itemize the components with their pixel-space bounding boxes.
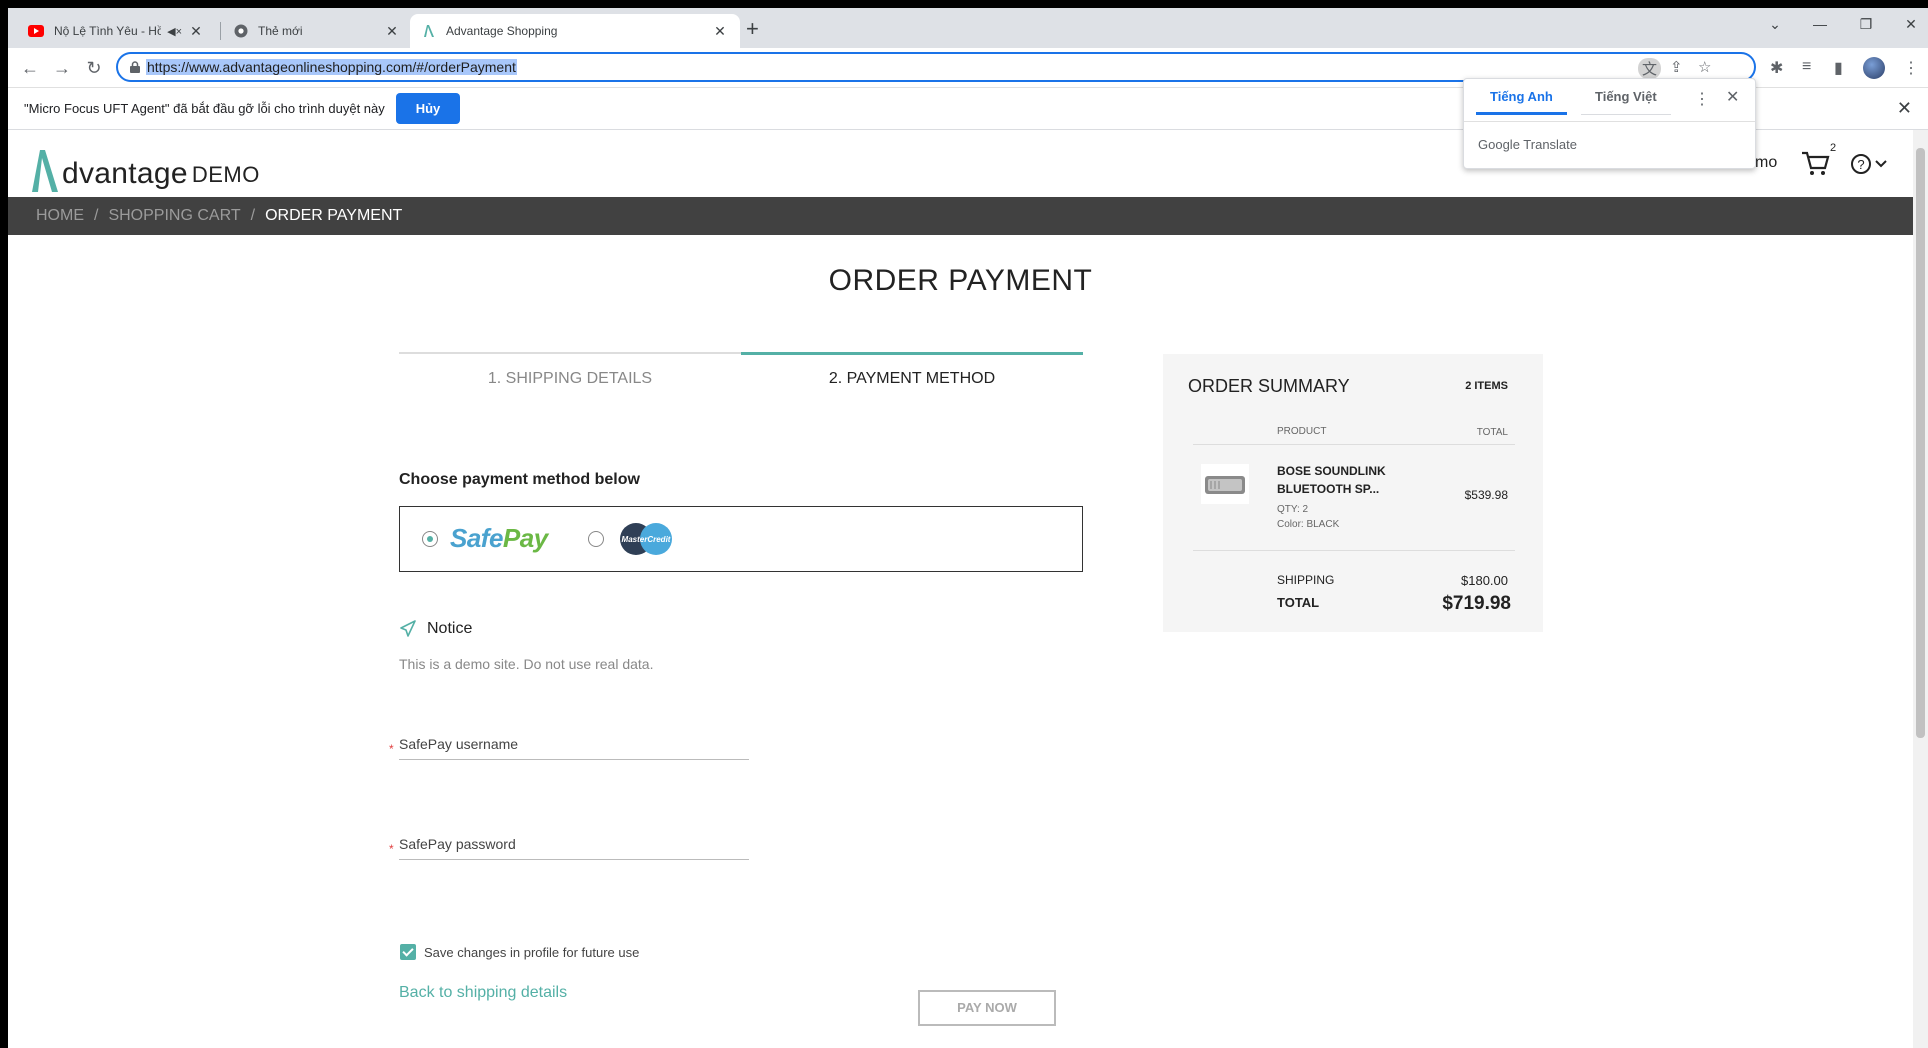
product-name[interactable]: BOSE SOUNDLINK BLUETOOTH SP... bbox=[1277, 462, 1397, 498]
breadcrumb-separator: / bbox=[94, 207, 99, 224]
advantage-logo[interactable]: dvantage DEMO bbox=[30, 142, 260, 192]
order-summary: ORDER SUMMARY 2 ITEMS PRODUCT TOTAL BOSE… bbox=[1163, 354, 1543, 632]
col-total-header: TOTAL bbox=[1476, 427, 1508, 438]
tab-youtube[interactable]: Nộ Lệ Tình Yêu - Hồ Việt Trung ◀× ✕ bbox=[16, 14, 216, 48]
notice-text: This is a demo site. Do not use real dat… bbox=[399, 656, 654, 672]
translate-popup: Tiếng Anh Tiếng Việt ⋮ ✕ Google Translat… bbox=[1463, 78, 1756, 169]
shipping-label: SHIPPING bbox=[1277, 573, 1335, 587]
breadcrumb-home[interactable]: HOME bbox=[36, 207, 84, 225]
url-text[interactable]: https://www.advantageonlineshopping.com/… bbox=[146, 59, 517, 75]
tab-close-icon[interactable]: ✕ bbox=[712, 23, 728, 39]
back-to-shipping-link[interactable]: Back to shipping details bbox=[399, 984, 567, 1002]
translate-tab-english[interactable]: Tiếng Anh bbox=[1476, 89, 1567, 115]
save-profile-checkbox[interactable] bbox=[400, 944, 416, 960]
chrome-icon bbox=[234, 24, 248, 38]
more-menu-icon[interactable]: ⋮ bbox=[1903, 58, 1919, 78]
back-arrow-icon[interactable]: ← bbox=[18, 56, 42, 80]
safepay-password-label: SafePay password bbox=[399, 836, 516, 852]
breadcrumb-order-payment: ORDER PAYMENT bbox=[265, 207, 403, 224]
breadcrumb: HOME / SHOPPING CART / ORDER PAYMENT bbox=[8, 197, 1913, 235]
safepay-username-label: SafePay username bbox=[399, 736, 519, 752]
translate-close-icon[interactable]: ✕ bbox=[1726, 87, 1739, 107]
mastercredit-radio[interactable] bbox=[588, 531, 604, 547]
extensions-puzzle-icon[interactable]: ✱ bbox=[1770, 58, 1783, 78]
logo-mark-icon bbox=[32, 150, 58, 192]
bookmark-star-icon[interactable]: ☆ bbox=[1698, 58, 1711, 76]
lock-icon bbox=[130, 61, 140, 73]
profile-avatar[interactable] bbox=[1863, 57, 1885, 79]
required-mark: * bbox=[389, 742, 394, 756]
tab-close-icon[interactable]: ✕ bbox=[188, 23, 204, 39]
product-qty: QTY: 2 bbox=[1277, 504, 1309, 515]
translate-options-icon[interactable]: ⋮ bbox=[1694, 89, 1710, 109]
breadcrumb-shopping-cart[interactable]: SHOPPING CART bbox=[108, 207, 240, 225]
total-value: $719.98 bbox=[1442, 593, 1511, 614]
infobar-cancel-button[interactable]: Hủy bbox=[396, 93, 460, 124]
product-image[interactable] bbox=[1201, 464, 1249, 504]
safepay-logo[interactable]: SafePay bbox=[450, 523, 548, 554]
checkout-steps: 1. SHIPPING DETAILS 2. PAYMENT METHOD bbox=[399, 352, 1083, 412]
megaphone-icon bbox=[400, 620, 416, 637]
mastercredit-logo[interactable]: MasterCredit bbox=[616, 521, 676, 557]
tab-close-icon[interactable]: ✕ bbox=[384, 23, 400, 39]
minimize-button[interactable]: — bbox=[1805, 16, 1835, 32]
step-shipping-details[interactable]: 1. SHIPPING DETAILS bbox=[399, 352, 741, 412]
divider bbox=[1193, 444, 1515, 445]
product-color: Color: BLACK bbox=[1277, 519, 1340, 530]
side-panel-icon[interactable]: ▮ bbox=[1834, 58, 1843, 78]
safepay-username-field[interactable]: * SafePay username bbox=[389, 730, 749, 760]
choose-payment-label: Choose payment method below bbox=[399, 471, 640, 488]
infobar-message: "Micro Focus UFT Agent" đã bắt đầu gỡ lỗ… bbox=[24, 101, 385, 116]
shipping-value: $180.00 bbox=[1461, 573, 1508, 588]
translate-tab-vietnamese[interactable]: Tiếng Việt bbox=[1581, 89, 1671, 115]
save-profile-row: Save changes in profile for future use bbox=[400, 944, 639, 960]
breadcrumb-separator: / bbox=[250, 207, 256, 224]
window-close-button[interactable]: ✕ bbox=[1896, 16, 1926, 33]
browser-window: Nộ Lệ Tình Yêu - Hồ Việt Trung ◀× ✕ Thẻ … bbox=[8, 8, 1928, 1048]
help-icon[interactable]: ? bbox=[1850, 152, 1890, 176]
summary-item-count: 2 ITEMS bbox=[1465, 380, 1508, 392]
google-translate-brand: Google Translate bbox=[1478, 137, 1578, 152]
cart-count-badge: 2 bbox=[1830, 142, 1837, 154]
tab-separator bbox=[220, 22, 221, 40]
translate-icon[interactable]: 文 bbox=[1638, 58, 1662, 79]
total-label: TOTAL bbox=[1277, 595, 1320, 610]
summary-title: ORDER SUMMARY bbox=[1188, 376, 1350, 396]
col-product-header: PRODUCT bbox=[1277, 426, 1327, 437]
safepay-radio[interactable] bbox=[422, 531, 438, 547]
forward-arrow-icon[interactable]: → bbox=[50, 56, 74, 80]
tab-search-icon[interactable]: ⌄ bbox=[1760, 16, 1790, 33]
payment-method-selector: SafePay MasterCredit bbox=[399, 506, 1083, 572]
speaker-muted-icon[interactable]: ◀× bbox=[167, 25, 182, 38]
restore-button[interactable]: ❐ bbox=[1851, 16, 1881, 33]
safepay-password-field[interactable]: * SafePay password bbox=[389, 830, 749, 860]
divider bbox=[1464, 121, 1755, 122]
media-queue-icon[interactable]: ≡ bbox=[1802, 58, 1811, 76]
page-scrollbar[interactable] bbox=[1913, 130, 1928, 1048]
save-profile-label: Save changes in profile for future use bbox=[424, 944, 640, 960]
tab-advantage[interactable]: Advantage Shopping ✕ bbox=[410, 14, 740, 48]
youtube-icon bbox=[28, 25, 44, 37]
share-icon[interactable]: ⇪ bbox=[1670, 58, 1683, 76]
step-payment-method: 2. PAYMENT METHOD bbox=[741, 352, 1083, 412]
user-menu-label[interactable]: mo bbox=[1755, 154, 1777, 172]
svg-text:?: ? bbox=[1857, 157, 1864, 172]
divider bbox=[1193, 550, 1515, 551]
advantage-icon bbox=[424, 25, 434, 37]
product-price: $539.98 bbox=[1464, 488, 1508, 502]
cart-icon[interactable] bbox=[1800, 148, 1830, 178]
pay-now-button[interactable]: PAY NOW bbox=[918, 990, 1056, 1026]
svg-text:MasterCredit: MasterCredit bbox=[622, 535, 671, 544]
tab-new[interactable]: Thẻ mới ✕ bbox=[222, 14, 412, 48]
infobar-close-icon[interactable]: ✕ bbox=[1897, 98, 1912, 119]
tab-strip: Nộ Lệ Tình Yêu - Hồ Việt Trung ◀× ✕ Thẻ … bbox=[8, 8, 1928, 48]
required-mark: * bbox=[389, 842, 394, 856]
reload-icon[interactable]: ↻ bbox=[82, 56, 106, 80]
scrollbar-thumb[interactable] bbox=[1916, 148, 1925, 738]
notice-heading: Notice bbox=[399, 620, 472, 638]
page-title: ORDER PAYMENT bbox=[828, 264, 1093, 297]
new-tab-button[interactable]: + bbox=[746, 18, 759, 40]
